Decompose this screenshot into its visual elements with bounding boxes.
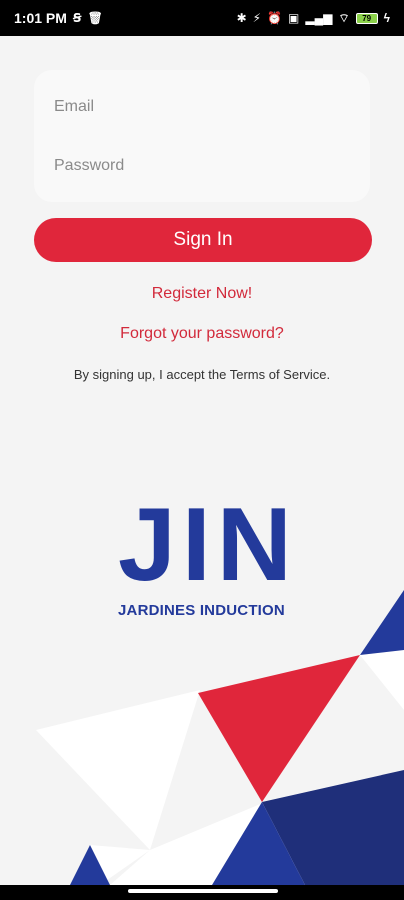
status-right: ✱ ⚡ ⏰ ▣ ▂▄▆ ⌔ 79 ϟ: [237, 11, 390, 26]
logo-wordmark: JIN: [118, 487, 298, 603]
home-gesture-handle[interactable]: [128, 889, 278, 893]
sign-in-button[interactable]: Sign In: [34, 218, 372, 262]
trash-icon: 🗑: [87, 11, 103, 25]
status-time: 1:01 PM: [14, 10, 67, 26]
bluetooth-icon: ✱: [236, 11, 247, 25]
register-link[interactable]: Register Now!: [0, 285, 404, 303]
password-field[interactable]: [52, 147, 356, 185]
status-bar: 1:01 PM Ꞩ 🗑 ✱ ⚡ ⏰ ▣ ▂▄▆ ⌔ 79 ϟ: [0, 0, 404, 36]
wifi-icon: ⌔: [338, 10, 350, 25]
terms-text: By signing up, I accept the Terms of Ser…: [73, 367, 331, 382]
status-left: 1:01 PM Ꞩ 🗑: [14, 10, 103, 26]
mute-icon: ⚡: [252, 11, 262, 25]
forgot-password-link[interactable]: Forgot your password?: [0, 325, 404, 343]
email-field[interactable]: [52, 88, 356, 126]
battery-icon: 79: [355, 12, 378, 24]
alarm-icon: ⏰: [267, 11, 283, 25]
decorative-triangles: [36, 590, 404, 885]
charging-icon: ϟ: [383, 11, 390, 25]
signal-icon: ▂▄▆: [305, 11, 333, 25]
sync-icon: Ꞩ: [72, 11, 82, 25]
nfc-icon: ▣: [288, 11, 300, 25]
